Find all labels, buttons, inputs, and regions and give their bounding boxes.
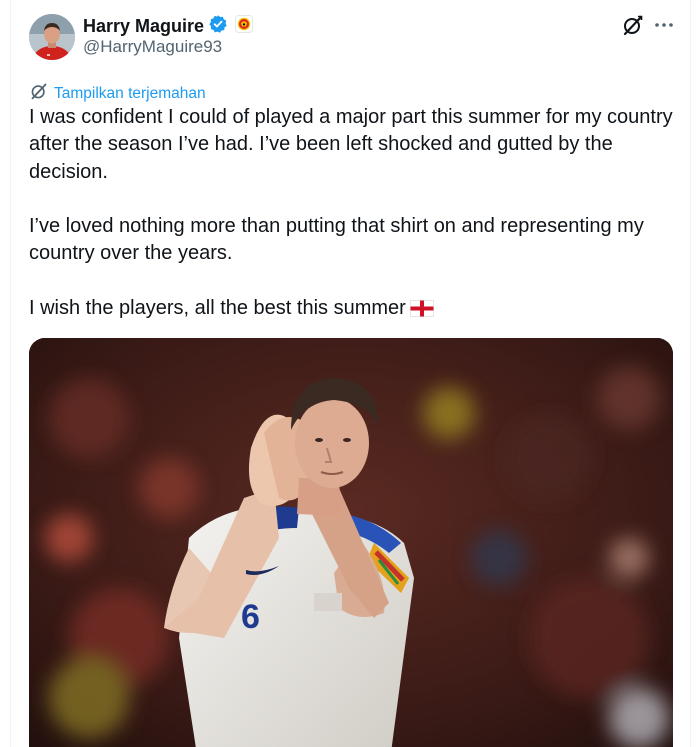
grok-icon[interactable] [622, 14, 644, 36]
tweet-paragraph: I’ve loved nothing more than putting tha… [29, 215, 644, 265]
verified-badge-icon [208, 14, 228, 39]
shirt-number: 6 [241, 598, 260, 636]
england-flag-emoji [409, 298, 434, 325]
tweet-paragraph-text: I wish the players, all the best this su… [29, 297, 406, 320]
author-display-name[interactable]: Harry Maguire [83, 16, 204, 37]
more-dots-icon[interactable] [653, 14, 675, 36]
show-translation-link[interactable]: Tampilkan terjemahan [30, 82, 206, 105]
grok-translate-icon [30, 82, 48, 105]
tweet-card: Harry Maguire @HarryMaguire93 Tampilkan … [10, 0, 691, 747]
avatar[interactable] [29, 14, 75, 60]
author-name-row[interactable]: Harry Maguire [83, 14, 254, 39]
show-translation-label[interactable]: Tampilkan terjemahan [54, 85, 206, 103]
tweet-paragraph: I was confident I could of played a majo… [29, 106, 673, 183]
tweet-photo[interactable]: 6 [29, 338, 673, 747]
club-crest-icon[interactable] [235, 14, 254, 38]
tweet-text: I was confident I could of played a majo… [29, 104, 681, 325]
author-handle[interactable]: @HarryMaguire93 [83, 37, 222, 57]
tweet-paragraph: I wish the players, all the best this su… [29, 295, 681, 325]
